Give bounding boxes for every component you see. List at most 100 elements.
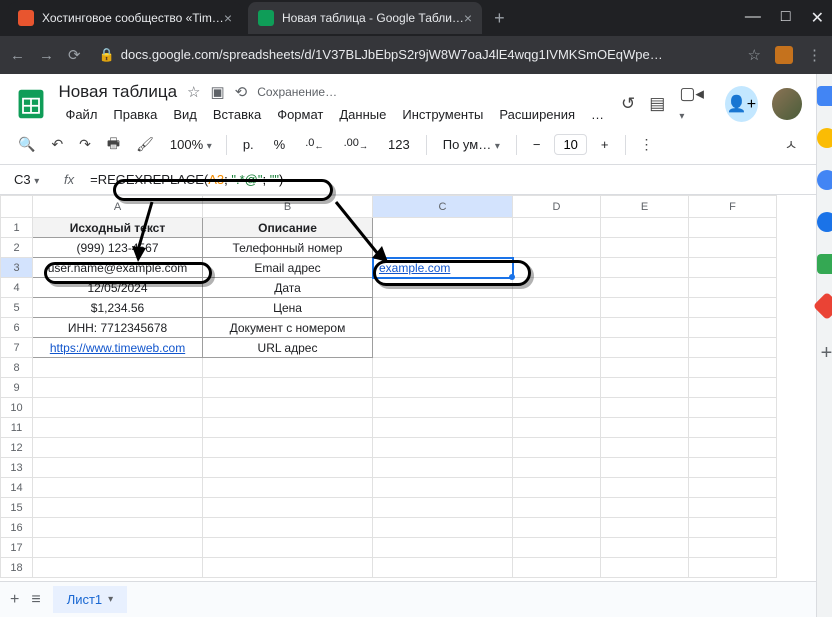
- share-button[interactable]: 👤+: [725, 86, 758, 122]
- cell[interactable]: [373, 238, 513, 258]
- star-icon[interactable]: ☆: [187, 83, 200, 101]
- cell[interactable]: [601, 278, 689, 298]
- cell[interactable]: [513, 258, 601, 278]
- row-header[interactable]: 13: [1, 458, 33, 478]
- cell[interactable]: [513, 398, 601, 418]
- collapse-icon[interactable]: ㅅ: [781, 131, 802, 159]
- cell[interactable]: [33, 518, 203, 538]
- cell[interactable]: user.name@example.com: [33, 258, 203, 278]
- cell[interactable]: [33, 458, 203, 478]
- star-icon[interactable]: ☆: [748, 46, 761, 64]
- cell[interactable]: Телефонный номер: [203, 238, 373, 258]
- cell[interactable]: [33, 398, 203, 418]
- extension-icon[interactable]: [775, 46, 793, 64]
- menu-view[interactable]: Вид: [166, 104, 204, 125]
- sheet-tab[interactable]: Лист1 ▾: [53, 586, 128, 613]
- add-icon[interactable]: +: [821, 342, 832, 365]
- cell[interactable]: [373, 498, 513, 518]
- menu-edit[interactable]: Правка: [106, 104, 164, 125]
- history-icon[interactable]: ↺: [621, 94, 635, 114]
- cell[interactable]: 12/05/2024: [33, 278, 203, 298]
- cell[interactable]: [33, 478, 203, 498]
- menu-format[interactable]: Формат: [270, 104, 330, 125]
- cell[interactable]: [601, 358, 689, 378]
- close-icon[interactable]: ×: [224, 10, 232, 26]
- sheets-logo[interactable]: [14, 86, 48, 122]
- cell[interactable]: [689, 478, 777, 498]
- cell[interactable]: [513, 238, 601, 258]
- cell[interactable]: [513, 278, 601, 298]
- cell[interactable]: [373, 298, 513, 318]
- menu-file[interactable]: Файл: [58, 104, 104, 125]
- cell[interactable]: [601, 298, 689, 318]
- cell[interactable]: [513, 518, 601, 538]
- decrease-decimal[interactable]: .0←: [299, 137, 329, 151]
- cell[interactable]: [513, 558, 601, 578]
- new-tab-button[interactable]: +: [494, 8, 505, 29]
- cell[interactable]: Исходный текст: [33, 218, 203, 238]
- cell[interactable]: [373, 418, 513, 438]
- spreadsheet-grid[interactable]: A B C D E F 1Исходный текстОписание 2(99…: [0, 195, 816, 581]
- cell[interactable]: [689, 438, 777, 458]
- cell[interactable]: [373, 278, 513, 298]
- cell[interactable]: [373, 458, 513, 478]
- row-header[interactable]: 7: [1, 338, 33, 358]
- cell[interactable]: [203, 418, 373, 438]
- cell[interactable]: [513, 438, 601, 458]
- active-cell[interactable]: example.com: [373, 258, 513, 278]
- cell[interactable]: [601, 398, 689, 418]
- cell[interactable]: [513, 378, 601, 398]
- keep-icon[interactable]: [817, 128, 832, 148]
- move-icon[interactable]: ▣: [210, 83, 224, 101]
- cell[interactable]: [203, 478, 373, 498]
- cell[interactable]: [689, 498, 777, 518]
- cell[interactable]: [689, 318, 777, 338]
- col-header[interactable]: B: [203, 196, 373, 218]
- search-icon[interactable]: 🔍: [14, 132, 39, 157]
- url-field[interactable]: 🔒docs.google.com/spreadsheets/d/1V37BLJb…: [99, 47, 734, 63]
- tasks-icon[interactable]: [817, 170, 832, 190]
- cell[interactable]: [203, 458, 373, 478]
- cell[interactable]: [373, 438, 513, 458]
- cell[interactable]: [601, 438, 689, 458]
- cell[interactable]: [513, 218, 601, 238]
- cell[interactable]: [373, 358, 513, 378]
- cell[interactable]: [601, 538, 689, 558]
- all-sheets-icon[interactable]: ≡: [31, 591, 40, 609]
- row-header[interactable]: 11: [1, 418, 33, 438]
- cell[interactable]: [601, 498, 689, 518]
- maximize-icon[interactable]: □: [781, 8, 791, 28]
- minimize-icon[interactable]: —: [745, 8, 761, 28]
- cell[interactable]: Email адрес: [203, 258, 373, 278]
- cell[interactable]: [373, 318, 513, 338]
- cell[interactable]: [33, 358, 203, 378]
- cell[interactable]: [203, 498, 373, 518]
- col-header[interactable]: F: [689, 196, 777, 218]
- font-size-input[interactable]: 10: [554, 134, 586, 155]
- cell[interactable]: [513, 418, 601, 438]
- row-header[interactable]: 10: [1, 398, 33, 418]
- increase-decimal[interactable]: .00→: [338, 137, 374, 151]
- cell[interactable]: [373, 478, 513, 498]
- cell[interactable]: [601, 218, 689, 238]
- cell[interactable]: Дата: [203, 278, 373, 298]
- cell[interactable]: [33, 378, 203, 398]
- calendar-icon[interactable]: [817, 86, 832, 106]
- browser-tab-2[interactable]: Новая таблица - Google Табли… ×: [248, 2, 482, 34]
- row-header[interactable]: 5: [1, 298, 33, 318]
- row-header[interactable]: 6: [1, 318, 33, 338]
- menu-more[interactable]: …: [584, 104, 611, 125]
- row-header[interactable]: 8: [1, 358, 33, 378]
- row-header[interactable]: 9: [1, 378, 33, 398]
- cell[interactable]: [601, 418, 689, 438]
- row-header[interactable]: 4: [1, 278, 33, 298]
- cell[interactable]: [689, 298, 777, 318]
- cell[interactable]: [689, 538, 777, 558]
- back-icon[interactable]: ←: [10, 47, 25, 64]
- cell[interactable]: [601, 478, 689, 498]
- cell[interactable]: [689, 558, 777, 578]
- close-icon[interactable]: ✕: [811, 8, 824, 28]
- cell[interactable]: ИНН: 7712345678: [33, 318, 203, 338]
- row-header[interactable]: 15: [1, 498, 33, 518]
- number-format[interactable]: 123: [382, 137, 416, 152]
